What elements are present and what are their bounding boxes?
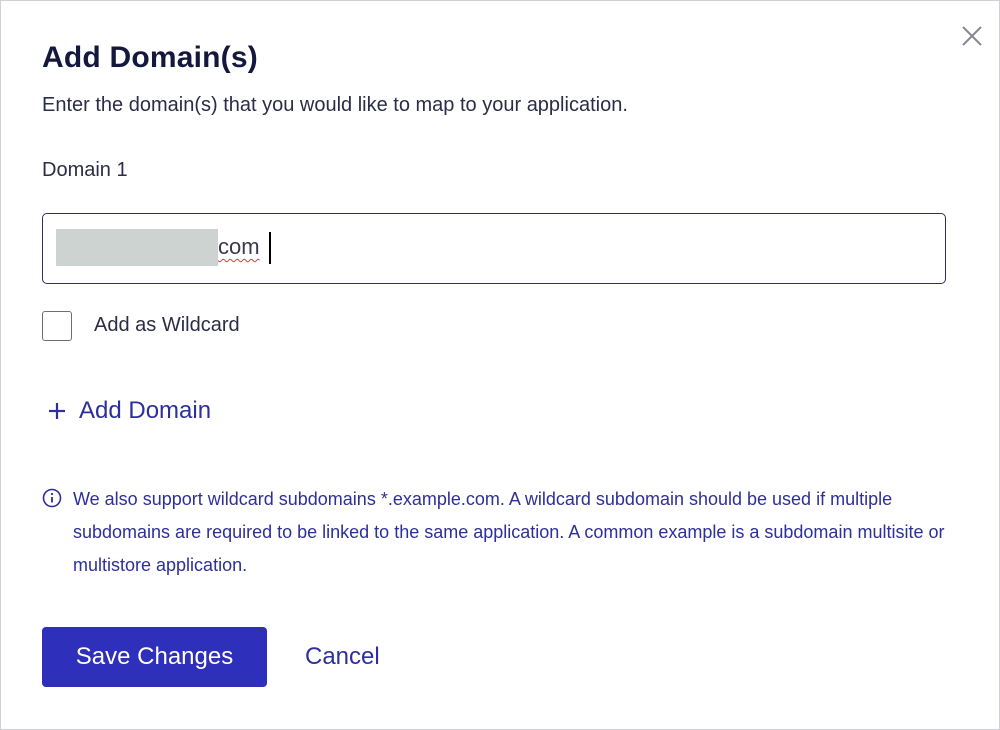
cancel-button[interactable]: Cancel [291, 627, 394, 687]
add-domain-dialog: Add Domain(s) Enter the domain(s) that y… [0, 0, 1000, 730]
wildcard-info-text: We also support wildcard subdomains *.ex… [73, 489, 945, 575]
dialog-subtitle: Enter the domain(s) that you would like … [42, 94, 628, 116]
save-changes-button[interactable]: Save Changes [42, 627, 267, 687]
wildcard-checkbox[interactable] [42, 311, 72, 341]
dialog-title: Add Domain(s) [42, 41, 258, 74]
redacted-text [56, 229, 218, 266]
domain-field-label: Domain 1 [42, 159, 128, 181]
close-icon [962, 26, 982, 46]
wildcard-checkbox-label[interactable]: Add as Wildcard [94, 314, 240, 337]
domain-input[interactable]: com [42, 213, 946, 284]
add-domain-label: Add Domain [79, 397, 212, 424]
text-caret [269, 232, 271, 264]
add-domain-link[interactable]: Add Domain [47, 397, 211, 425]
info-icon [42, 488, 62, 508]
close-button[interactable] [959, 23, 985, 49]
plus-icon [49, 403, 65, 419]
domain-input-value: com [218, 234, 260, 259]
